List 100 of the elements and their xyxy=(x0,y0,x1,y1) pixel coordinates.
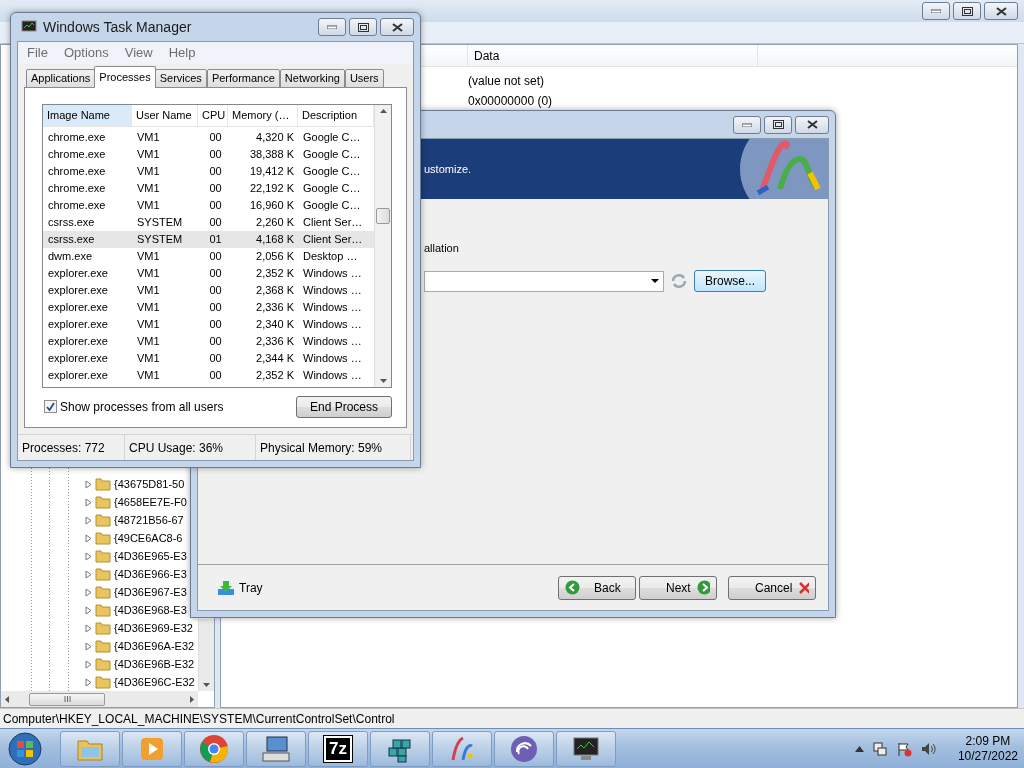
back-button[interactable]: Back xyxy=(558,575,636,600)
tree-item[interactable]: {4D36E967-E3 xyxy=(114,586,187,598)
process-row[interactable]: explorer.exe VM1 00 2,352 K Windows … xyxy=(43,264,374,282)
menu-item[interactable]: File xyxy=(27,45,48,61)
taskbar-app-button[interactable] xyxy=(370,730,430,767)
status-bar: Computer\HKEY_LOCAL_MACHINE\SYSTEM\CurrentControlSet\Control xyxy=(0,708,1024,728)
process-row[interactable]: chrome.exe VM1 00 19,412 K Google C… xyxy=(43,162,374,180)
menu-item[interactable]: Options xyxy=(63,45,109,61)
refresh-icon[interactable] xyxy=(670,273,688,289)
checkbox[interactable] xyxy=(44,400,57,414)
tree-item[interactable]: {4D36E968-E3 xyxy=(114,604,187,616)
scroll-thumb[interactable] xyxy=(376,207,390,224)
path-dropdown[interactable] xyxy=(424,270,664,292)
tree-item[interactable]: {4D36E965-E3 xyxy=(114,550,187,562)
table-cell-text: Windows … xyxy=(302,368,363,384)
close-button[interactable] xyxy=(380,18,414,36)
table-cell-text: 00 xyxy=(208,147,223,163)
table-cell-text: 00 xyxy=(208,249,223,265)
scrollbar[interactable] xyxy=(198,619,214,691)
banner-text: ustomize. xyxy=(424,163,472,175)
tab[interactable]: Processes xyxy=(94,65,156,88)
tray-button[interactable]: Tray xyxy=(217,579,263,596)
table-cell-text: 00 xyxy=(208,266,223,282)
minimize-button[interactable] xyxy=(733,115,761,134)
scroll-left-icon xyxy=(5,695,9,703)
tree-item[interactable]: {49CE6AC8-6 xyxy=(114,532,183,544)
process-row[interactable]: explorer.exe VM1 00 2,352 K Windows … xyxy=(43,366,374,384)
table-cell-text: 2,344 K xyxy=(255,351,295,367)
table-cell-text: 00 xyxy=(208,215,223,231)
process-row[interactable]: chrome.exe VM1 00 16,960 K Google C… xyxy=(43,196,374,214)
scrollbar[interactable] xyxy=(1,691,198,707)
table-cell-text: Desktop … xyxy=(302,249,359,265)
network-icon[interactable] xyxy=(871,740,888,757)
menu-item[interactable]: Help xyxy=(168,45,196,61)
process-row[interactable]: csrss.exe SYSTEM 00 2,260 K Client Ser… xyxy=(43,213,374,231)
tab[interactable]: Applications xyxy=(26,68,96,88)
process-row[interactable]: explorer.exe VM1 00 2,340 K Windows … xyxy=(43,315,374,333)
table-cell-text: Windows … xyxy=(302,317,363,333)
table-cell-text: 00 xyxy=(208,300,223,316)
tab[interactable]: Performance xyxy=(206,68,280,88)
process-row[interactable]: chrome.exe VM1 00 4,320 K Google C… xyxy=(43,128,374,146)
flag-icon[interactable] xyxy=(895,740,912,757)
table-cell-text: 4,320 K xyxy=(255,130,295,146)
process-row[interactable]: csrss.exe SYSTEM 01 4,168 K Client Ser… xyxy=(43,230,374,248)
process-row[interactable]: dwm.exe VM1 00 2,056 K Desktop … xyxy=(43,247,374,265)
taskbar-app-button[interactable] xyxy=(556,730,616,767)
restore-button[interactable] xyxy=(953,2,981,20)
taskbar-app-button[interactable]: 7z xyxy=(308,730,368,767)
tree-item[interactable]: {4D36E96C-E32 xyxy=(114,676,195,688)
maximize-button[interactable] xyxy=(349,18,377,36)
option-label: allation xyxy=(424,242,460,254)
table-cell-text: SYSTEM xyxy=(136,232,184,248)
browse-button[interactable]: Browse... xyxy=(694,270,766,292)
process-row[interactable]: explorer.exe VM1 00 2,336 K Windows … xyxy=(43,332,374,350)
process-row[interactable]: chrome.exe VM1 00 22,192 K Google C… xyxy=(43,179,374,197)
tree-item[interactable]: {4D36E966-E3 xyxy=(114,568,187,580)
process-row[interactable]: explorer.exe VM1 00 2,368 K Windows … xyxy=(43,281,374,299)
folder-icon xyxy=(95,602,111,618)
minimize-button[interactable] xyxy=(318,18,346,36)
folder-icon xyxy=(95,476,111,492)
cancel-button[interactable]: Cancel xyxy=(728,575,816,600)
window-title: Windows Task Manager xyxy=(43,19,193,35)
maximize-button[interactable] xyxy=(764,115,792,134)
table-cell-text: chrome.exe xyxy=(47,147,107,163)
minimize-button[interactable] xyxy=(922,2,950,20)
table-cell-text: explorer.exe xyxy=(47,334,109,350)
tree-item[interactable]: {43675D81-50 xyxy=(114,478,185,490)
next-button[interactable]: Next xyxy=(639,575,717,600)
dropdown-arrow-icon xyxy=(651,279,659,283)
menu-item[interactable]: View xyxy=(124,45,153,61)
table-cell-text: Google C… xyxy=(302,164,362,180)
column-header[interactable]: Image Name xyxy=(43,104,132,126)
process-row[interactable]: chrome.exe VM1 00 38,388 K Google C… xyxy=(43,145,374,163)
table-cell-text: explorer.exe xyxy=(47,351,109,367)
table-cell-text: chrome.exe xyxy=(47,181,107,197)
tree-item[interactable]: {4D36E96A-E32 xyxy=(114,640,195,652)
process-row[interactable]: explorer.exe VM1 00 2,344 K Windows … xyxy=(43,349,374,367)
tree-item[interactable]: {4D36E969-E32 xyxy=(114,622,193,634)
table-cell-text: VM1 xyxy=(136,130,161,146)
process-row[interactable]: explorer.exe VM1 00 2,336 K Windows … xyxy=(43,298,374,316)
clock[interactable]: 2:09 PM 10/27/2022 xyxy=(957,733,1018,764)
folder-icon xyxy=(95,638,111,654)
grip-icon xyxy=(63,696,71,702)
end-process-button[interactable]: End Process xyxy=(296,395,392,418)
tree-item[interactable]: {4D36E96B-E32 xyxy=(114,658,195,670)
tab[interactable]: Users xyxy=(344,68,384,88)
table-cell-text: 19,412 K xyxy=(248,164,295,180)
scrollbar[interactable] xyxy=(374,104,391,387)
status-text: CPU Usage: 36% xyxy=(125,435,256,460)
table-cell-text: Google C… xyxy=(302,147,362,163)
tree-item[interactable]: {48721B56-67 xyxy=(114,514,184,526)
close-button[interactable] xyxy=(795,115,829,134)
scroll-thumb[interactable] xyxy=(29,692,105,706)
tree-item[interactable]: {4658EE7E-F0 xyxy=(114,496,187,508)
play-icon xyxy=(139,735,165,762)
tab[interactable]: Networking xyxy=(279,68,345,88)
tab[interactable]: Services xyxy=(154,68,207,88)
show-hidden-icons[interactable] xyxy=(854,745,864,752)
checkbox-label: Show processes from all users xyxy=(60,399,224,414)
close-button[interactable] xyxy=(984,2,1018,20)
